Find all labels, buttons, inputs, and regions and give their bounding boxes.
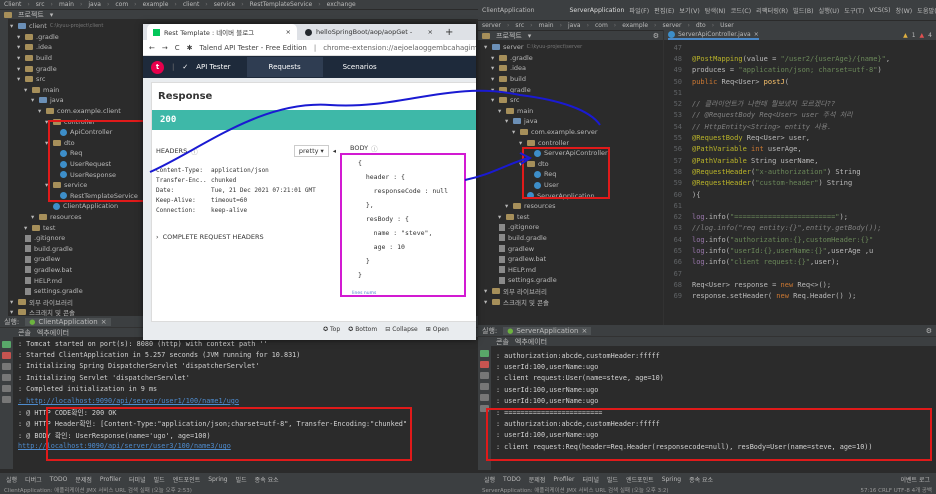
arrow-to-server <box>464 157 529 181</box>
annotation-arrows <box>149 89 601 181</box>
arrow-to-client <box>149 89 601 173</box>
